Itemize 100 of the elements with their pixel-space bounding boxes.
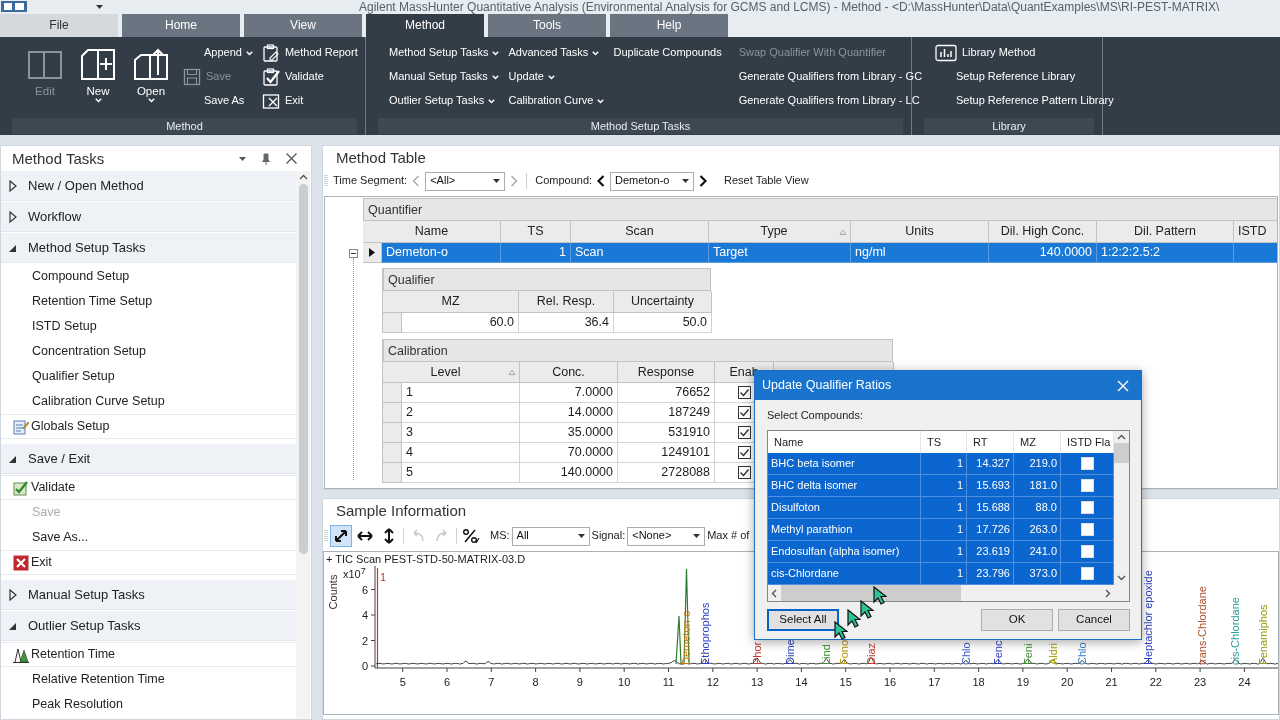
task-link[interactable]: Compound Setup (1, 264, 296, 289)
column-header[interactable]: Dil. High Conc. (989, 221, 1097, 243)
task-link[interactable]: Qualifier Setup (1, 364, 296, 389)
ribbon-button[interactable]: Method Report (259, 41, 360, 65)
pin-icon[interactable] (262, 152, 270, 165)
ribbon-button[interactable]: New (73, 41, 123, 103)
vertical-scrollbar[interactable] (296, 171, 310, 719)
task-link[interactable]: Relative Retention Time (1, 667, 296, 692)
reset-button[interactable]: Reset Table View (720, 174, 813, 188)
column-header[interactable]: ISTD (1234, 221, 1277, 243)
task-link[interactable]: Exit (1, 550, 296, 575)
ribbon-tab[interactable]: Method (366, 14, 484, 37)
ribbon-button[interactable]: Setup Reference Pattern Library (933, 89, 1116, 113)
scroll-thumb[interactable] (298, 184, 308, 554)
table-row[interactable]: cis-Chlordane 1 23.796 373.0 (768, 563, 1114, 586)
dropdown-icon[interactable] (239, 156, 246, 161)
ribbon-button[interactable]: Outlier Setup Tasks (387, 89, 502, 113)
checkbox[interactable] (737, 406, 751, 419)
section-header[interactable]: Outlier Setup Tasks (1, 611, 296, 641)
checkbox[interactable] (737, 426, 751, 439)
task-link[interactable]: Retention Time (1, 642, 296, 667)
horizontal-scrollbar[interactable] (768, 585, 1114, 602)
table-row[interactable]: Methyl parathion 1 17.726 263.0 (768, 519, 1114, 542)
app-icon[interactable] (0, 1, 28, 13)
ribbon-tab[interactable]: File (0, 14, 118, 37)
task-link[interactable]: Peak Resolution (1, 692, 296, 717)
task-link[interactable]: ISTD Setup (1, 314, 296, 339)
task-link[interactable]: Retention Time Setup (1, 289, 296, 314)
scroll-thumb[interactable] (781, 585, 961, 602)
sort-arrow-icon (508, 369, 516, 375)
task-link[interactable]: Globals Setup (1, 414, 296, 439)
section-header[interactable]: Save / Exit (1, 444, 296, 474)
dialog-button[interactable]: OK (981, 609, 1053, 632)
section-header[interactable]: Workflow (1, 202, 296, 232)
table-row[interactable]: Endosulfan (alpha isomer) 1 23.619 241.0 (768, 541, 1114, 564)
expander-icon[interactable] (349, 249, 358, 258)
dialog-button[interactable]: Select All (767, 609, 839, 632)
ribbon-button[interactable]: Save As (181, 89, 255, 113)
task-link[interactable]: Concentration Setup (1, 339, 296, 364)
column-header[interactable]: Rel. Resp. (519, 291, 614, 313)
ribbon-button[interactable]: Open (126, 41, 176, 103)
dialog-button[interactable]: Cancel (1058, 609, 1130, 632)
table-row[interactable]: BHC beta isomer 1 14.327 219.0 (768, 453, 1114, 476)
task-link[interactable]: Save As... (1, 525, 296, 550)
ribbon-button[interactable]: Duplicate Compounds (611, 41, 724, 65)
ribbon-button[interactable]: Manual Setup Tasks (387, 65, 502, 89)
ribbon-tab[interactable]: Home (122, 14, 240, 37)
checkbox[interactable] (737, 466, 751, 479)
dropdown[interactable]: All (511, 526, 590, 546)
table-cell: 140.0000 (989, 243, 1097, 263)
table-row[interactable]: BHC delta isomer 1 15.693 181.0 (768, 475, 1114, 498)
section-header[interactable]: Manual Setup Tasks (1, 580, 296, 610)
ribbon-button[interactable]: Advanced Tasks (506, 41, 607, 65)
checkbox[interactable] (737, 386, 751, 399)
checkbox[interactable] (737, 446, 751, 459)
caret-icon (94, 98, 102, 103)
ribbon-button[interactable]: Update (506, 65, 607, 89)
vertical-scrollbar[interactable] (1114, 431, 1129, 586)
scroll-thumb[interactable] (1114, 443, 1129, 464)
ribbon-button[interactable]: Method Setup Tasks (387, 41, 502, 65)
dropdown[interactable]: <All> (425, 171, 506, 191)
ribbon-button[interactable]: Generate Qualifiers from Library - LC (736, 89, 925, 113)
x-tick-label: 22 (1149, 676, 1162, 688)
table-row[interactable]: Demeton-o 1 Scan Target ng/ml 140.0000 1:2:2:2.5:2 (363, 243, 1277, 263)
dropdown[interactable]: <None> (627, 526, 706, 546)
table-row[interactable]: Disulfoton 1 15.688 88.0 (768, 497, 1114, 520)
toolbar-button[interactable] (330, 525, 352, 547)
ribbon-tab[interactable]: Tools (488, 14, 606, 37)
ribbon-button[interactable]: Calibration Curve (506, 89, 607, 113)
ribbon-tab[interactable]: Help (610, 14, 728, 37)
column-header[interactable]: Uncertainty (614, 291, 712, 313)
peak-label: Ethoprophos (699, 602, 711, 665)
caret-icon[interactable] (96, 5, 103, 9)
task-link[interactable]: Calibration Curve Setup (1, 389, 296, 414)
column-header[interactable]: Dil. Pattern (1097, 221, 1234, 243)
ribbon-tab[interactable]: View (244, 14, 362, 37)
table-cell: 70.0000 (520, 443, 618, 463)
column-header[interactable]: Name (363, 221, 501, 243)
band-header: Calibration (383, 339, 893, 362)
row-selector[interactable] (363, 243, 382, 263)
section-header[interactable]: Method Setup Tasks (1, 233, 296, 263)
ribbon-button[interactable]: Generate Qualifiers from Library - GC (736, 65, 925, 89)
ribbon-button[interactable]: Setup Reference Library (933, 65, 1116, 89)
ribbon-button[interactable]: Exit (259, 89, 360, 113)
column-header[interactable]: Response (618, 362, 715, 383)
column-header[interactable]: Scan (571, 221, 709, 243)
column-header[interactable]: Conc. (520, 362, 618, 383)
task-link[interactable]: Validate (1, 475, 296, 500)
ribbon-button[interactable]: Library Method (933, 41, 1116, 65)
section-header[interactable]: New / Open Method (1, 171, 296, 201)
dropdown[interactable]: Demeton-o (610, 171, 695, 191)
ribbon-button[interactable]: Validate (259, 65, 360, 89)
y-tick-label: 6 (361, 583, 368, 596)
column-header[interactable]: TS (501, 221, 571, 243)
column-header[interactable]: Units (851, 221, 989, 243)
column-header[interactable]: Level (383, 362, 520, 383)
column-header[interactable]: Type (709, 221, 851, 243)
column-header[interactable]: MZ (383, 291, 519, 313)
close-icon[interactable] (286, 153, 297, 164)
ribbon-button[interactable]: Append (181, 41, 255, 65)
